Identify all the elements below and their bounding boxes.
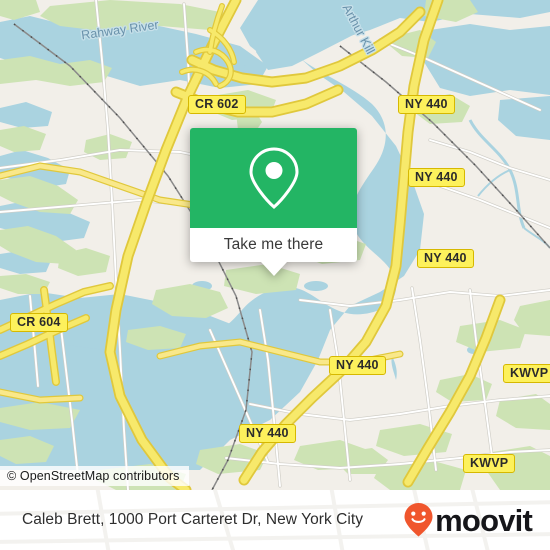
take-me-there-label: Take me there <box>223 236 324 253</box>
popup-header <box>190 128 357 228</box>
osm-attribution[interactable]: © OpenStreetMap contributors <box>0 466 189 486</box>
road-shield-kwvp-1[interactable]: KWVP <box>503 364 550 383</box>
location-popup-card[interactable]: Take me there <box>190 128 357 276</box>
footer-bar: Caleb Brett, 1000 Port Carteret Dr, New … <box>0 490 550 550</box>
popup-tail-pointer <box>260 262 287 276</box>
road-shield-cr-604[interactable]: CR 604 <box>10 313 68 332</box>
moovit-pin-icon <box>404 503 433 537</box>
road-shield-ny-440-2[interactable]: NY 440 <box>408 168 465 187</box>
road-shield-cr-602[interactable]: CR 602 <box>188 95 246 114</box>
road-shield-ny-440-3[interactable]: NY 440 <box>417 249 474 268</box>
map-screenshot-page: CR 602 NY 440 NY 440 NY 440 CR 604 NY 44… <box>0 0 550 550</box>
road-shield-ny-440-4[interactable]: NY 440 <box>329 356 386 375</box>
popup-footer[interactable]: Take me there <box>190 228 357 262</box>
map-pin-icon <box>248 147 299 209</box>
moovit-logo[interactable]: moovit <box>403 502 533 538</box>
moovit-wordmark: moovit <box>435 502 533 538</box>
road-shield-ny-440-1[interactable]: NY 440 <box>398 95 455 114</box>
address-text: Caleb Brett, 1000 Port Carteret Dr, New … <box>22 511 364 528</box>
road-shield-ny-440-5[interactable]: NY 440 <box>239 424 296 443</box>
map-canvas[interactable]: CR 602 NY 440 NY 440 NY 440 CR 604 NY 44… <box>0 0 550 490</box>
road-shield-kwvp-2[interactable]: KWVP <box>463 454 516 473</box>
